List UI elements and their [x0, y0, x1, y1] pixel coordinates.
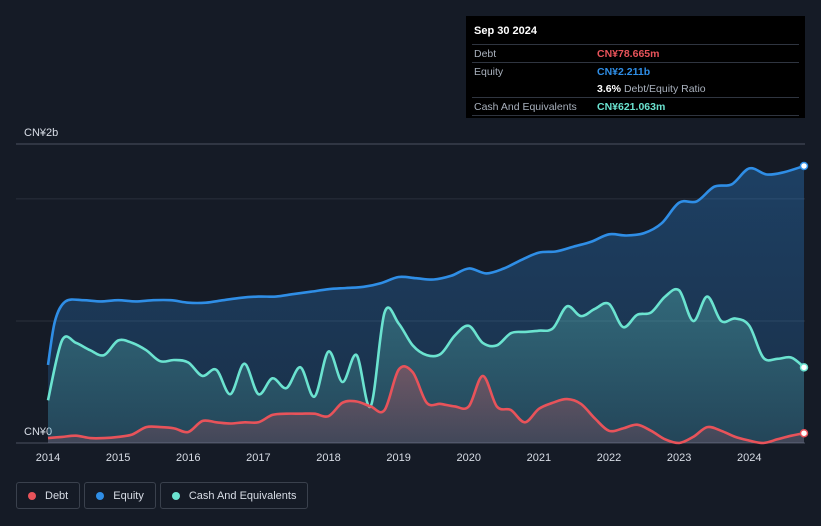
- x-tick-label-2014: 2014: [36, 452, 60, 464]
- tooltip-debt-value: CN¥78.665m: [597, 47, 660, 60]
- x-tick-label-2024: 2024: [737, 452, 761, 464]
- tooltip-debt-label: Debt: [474, 47, 497, 60]
- legend-label-equity: Equity: [113, 489, 144, 502]
- y-axis-top-label: CN¥2b: [24, 127, 58, 139]
- tooltip-ratio-value: 3.6%: [597, 82, 621, 95]
- legend-item-debt[interactable]: Debt: [16, 482, 81, 509]
- legend-dot-equity: [96, 491, 105, 500]
- legend-label-cash: Cash And Equivalents: [188, 489, 297, 502]
- x-tick-label-2015: 2015: [106, 452, 130, 464]
- x-tick-label-2017: 2017: [246, 452, 270, 464]
- legend-dot-cash: [171, 491, 180, 500]
- debt-end-point: [799, 428, 809, 438]
- tooltip-cash-value: CN¥621.063m: [597, 100, 666, 113]
- tooltip-cash-label: Cash And Equivalents: [474, 100, 577, 113]
- tooltip-bottom-rule: [472, 115, 799, 120]
- tooltip-panel: Sep 30 2024 Debt CN¥78.665m Equity CN¥2.…: [466, 16, 805, 118]
- legend-item-cash[interactable]: Cash And Equivalents: [159, 482, 309, 509]
- x-tick-label-2020: 2020: [457, 452, 481, 464]
- y-axis-bottom-label: CN¥0: [24, 426, 52, 438]
- tooltip-date: Sep 30 2024: [474, 25, 537, 37]
- x-tick-label-2016: 2016: [176, 452, 200, 464]
- tooltip-row-cash: Cash And Equivalents CN¥621.063m: [472, 97, 799, 115]
- tooltip-ratio-suffix: Debt/Equity Ratio: [623, 82, 706, 95]
- tooltip-equity-value: CN¥2.211b: [597, 65, 651, 78]
- x-tick-label-2022: 2022: [597, 452, 621, 464]
- legend-item-equity[interactable]: Equity: [84, 482, 156, 509]
- equity-end-point: [799, 161, 809, 171]
- chart-legend: Debt Equity Cash And Equivalents: [16, 482, 309, 509]
- x-tick-label-2021: 2021: [527, 452, 551, 464]
- tooltip-row-debt: Debt CN¥78.665m: [472, 44, 799, 62]
- legend-label-debt: Debt: [45, 489, 69, 502]
- legend-dot-debt: [28, 491, 36, 500]
- cash-end-point: [799, 363, 809, 372]
- x-tick-label-2019: 2019: [386, 452, 410, 464]
- tooltip-row-ratio: 3.6% Debt/Equity Ratio: [472, 80, 799, 97]
- x-tick-label-2018: 2018: [316, 452, 340, 464]
- tooltip-equity-label: Equity: [474, 65, 504, 78]
- tooltip-row-equity: Equity CN¥2.211b: [472, 62, 799, 80]
- x-tick-label-2023: 2023: [667, 452, 691, 464]
